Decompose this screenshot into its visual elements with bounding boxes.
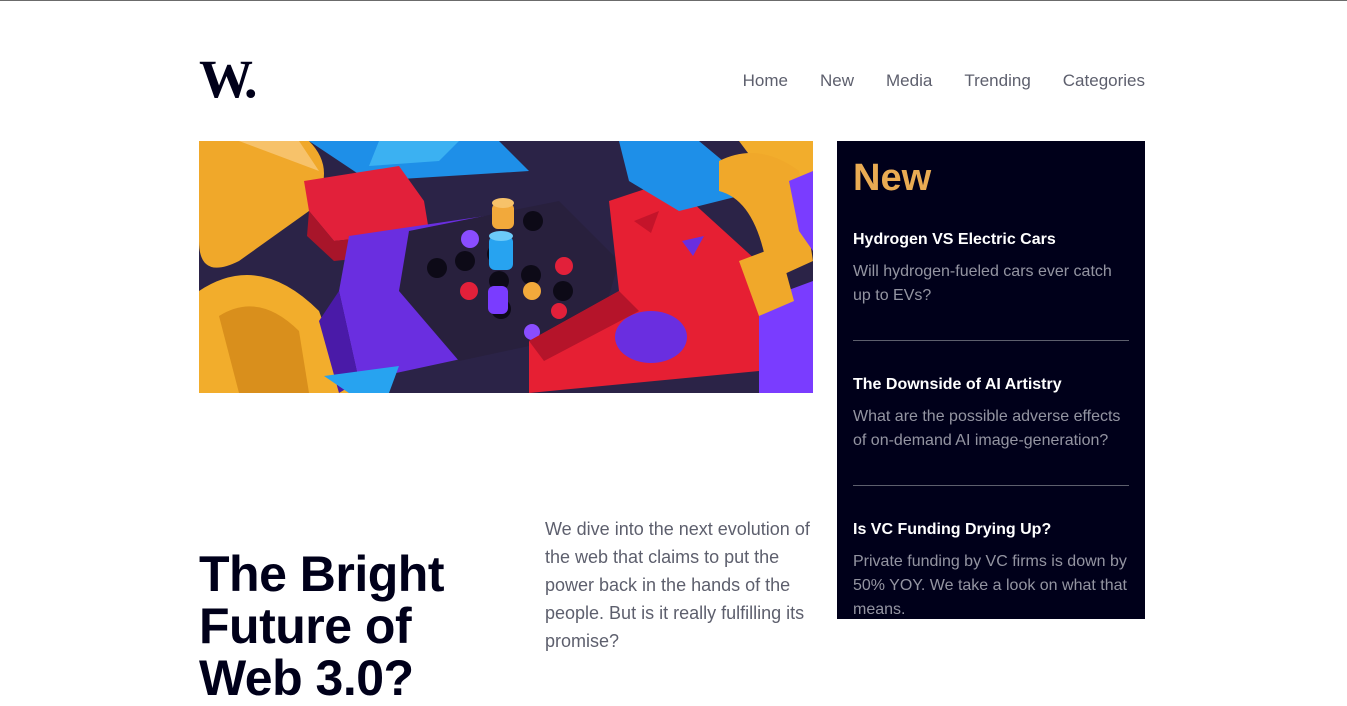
- hero-image: [199, 141, 813, 393]
- nav-categories-link[interactable]: Categories: [1063, 71, 1145, 91]
- new-sidebar: New Hydrogen VS Electric Cars Will hydro…: [837, 141, 1145, 619]
- nav-media-link[interactable]: Media: [886, 71, 932, 91]
- sidebar-title: New: [853, 157, 932, 199]
- page-container: W. Home New Media Trending Categories Th…: [199, 0, 1145, 704]
- news-item[interactable]: The Downside of AI Artistry What are the…: [853, 375, 1129, 453]
- nav-trending-link[interactable]: Trending: [964, 71, 1030, 91]
- main-nav: Home New Media Trending Categories: [743, 71, 1145, 91]
- news-item-title[interactable]: Hydrogen VS Electric Cars: [853, 230, 1129, 250]
- news-item[interactable]: Is VC Funding Drying Up? Private funding…: [853, 520, 1129, 619]
- site-logo[interactable]: W.: [199, 52, 258, 106]
- article-headline[interactable]: The Bright Future of Web 3.0?: [199, 548, 499, 704]
- news-item-title[interactable]: Is VC Funding Drying Up?: [853, 520, 1129, 540]
- news-item-desc: What are the possible adverse effects of…: [853, 408, 1121, 449]
- news-divider: [853, 485, 1129, 486]
- nav-new-link[interactable]: New: [820, 71, 854, 91]
- nav-home-link[interactable]: Home: [743, 71, 788, 91]
- article-intro: We dive into the next evolution of the w…: [545, 519, 810, 651]
- news-item-desc: Will hydrogen-fueled cars ever catch up …: [853, 263, 1112, 304]
- news-item[interactable]: Hydrogen VS Electric Cars Will hydrogen-…: [853, 230, 1129, 308]
- abstract-blocks-illustration: [199, 141, 813, 393]
- news-item-title[interactable]: The Downside of AI Artistry: [853, 375, 1129, 395]
- news-item-desc: Private funding by VC firms is down by 5…: [853, 553, 1127, 618]
- news-divider: [853, 340, 1129, 341]
